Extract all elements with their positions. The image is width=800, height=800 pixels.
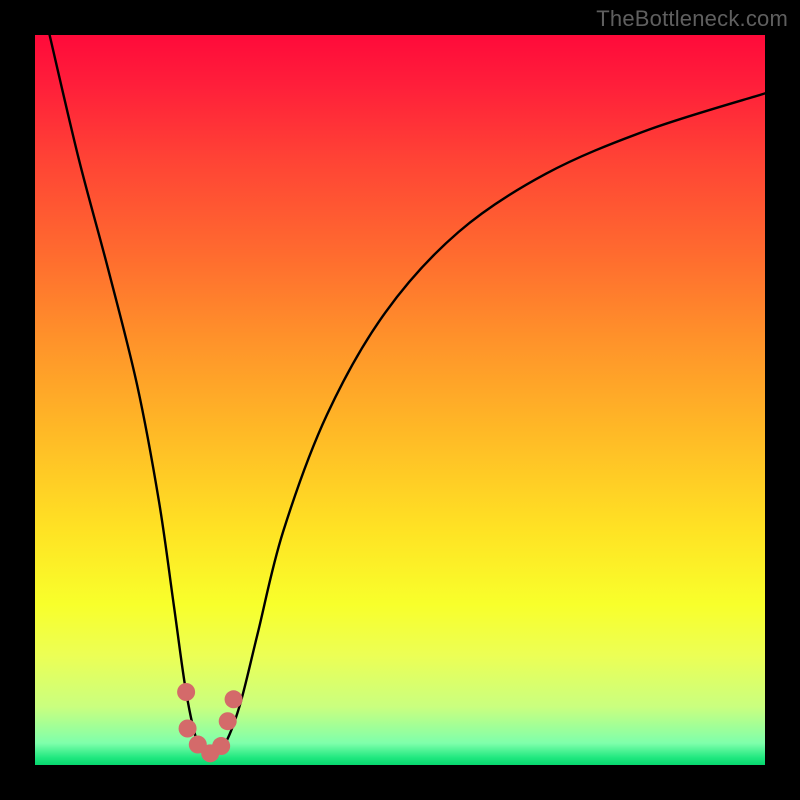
curve-marker <box>212 737 230 755</box>
curve-marker <box>177 683 195 701</box>
curve-path <box>50 35 765 754</box>
curve-marker <box>219 712 237 730</box>
curve-marker <box>225 690 243 708</box>
watermark-text: TheBottleneck.com <box>596 6 788 32</box>
curve-svg <box>35 35 765 765</box>
plot-area <box>35 35 765 765</box>
curve-marker <box>179 720 197 738</box>
chart-container: TheBottleneck.com <box>0 0 800 800</box>
curve-markers <box>177 683 242 762</box>
